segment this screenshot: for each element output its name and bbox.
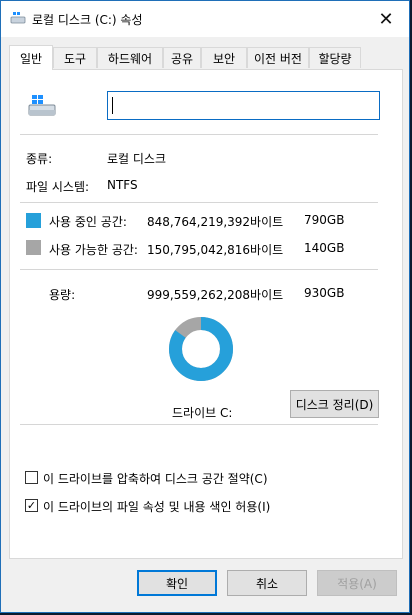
text-caret: [112, 97, 113, 114]
ok-button[interactable]: 확인: [137, 570, 217, 596]
free-space-size: 140GB: [304, 241, 345, 255]
capacity-label: 용량:: [49, 288, 76, 302]
used-space-swatch: [26, 213, 41, 228]
tab-tools[interactable]: 도구: [53, 47, 97, 68]
tab-label: 도구: [63, 51, 87, 66]
cancel-button[interactable]: 취소: [227, 570, 307, 596]
tab-label: 보안: [212, 51, 236, 66]
compress-label: 이 드라이브를 압축하여 디스크 공간 절약(C): [43, 472, 268, 486]
free-space-label: 사용 가능한 공간:: [49, 243, 138, 257]
divider: [20, 202, 378, 203]
divider: [20, 269, 378, 270]
apply-button[interactable]: 적용(A): [317, 570, 397, 596]
used-space-size: 790GB: [304, 213, 345, 227]
used-space-label: 사용 중인 공간:: [49, 215, 127, 229]
tab-label: 공유: [170, 51, 194, 66]
tab-security[interactable]: 보안: [201, 47, 247, 68]
title-bar[interactable]: 로컬 디스크 (C:) 속성 ✕: [1, 1, 409, 37]
capacity-bytes: 999,559,262,208바이트: [147, 288, 284, 302]
tab-general[interactable]: 일반: [9, 45, 53, 70]
close-icon: ✕: [378, 8, 394, 30]
free-space-bytes: 150,795,042,816바이트: [147, 243, 284, 257]
compress-checkbox[interactable]: [25, 471, 38, 484]
large-drive-icon: [27, 94, 59, 121]
tab-hardware[interactable]: 하드웨어: [97, 47, 163, 68]
drive-letter-label: 드라이브 C:: [172, 406, 233, 420]
free-space-swatch: [26, 240, 41, 255]
tab-strip: 일반 도구 하드웨어 공유 보안 이전 버전 할당량: [9, 45, 403, 70]
usage-donut-chart: [169, 317, 233, 381]
capacity-size: 930GB: [304, 286, 345, 300]
window-title: 로컬 디스크 (C:) 속성: [32, 13, 143, 27]
tab-label: 일반: [19, 51, 43, 66]
ok-label: 확인: [165, 576, 189, 591]
cancel-label: 취소: [255, 576, 279, 591]
tab-label: 이전 버전: [254, 51, 302, 66]
type-label: 종류:: [26, 152, 53, 166]
type-value: 로컬 디스크: [107, 152, 167, 166]
properties-window: 로컬 디스크 (C:) 속성 ✕ 일반 도구 하드웨어 공유 보안 이전 버전 …: [0, 0, 410, 613]
filesystem-label: 파일 시스템:: [26, 180, 90, 194]
disk-cleanup-button[interactable]: 디스크 정리(D): [290, 390, 379, 418]
tab-quota[interactable]: 할당량: [309, 47, 361, 68]
divider: [20, 424, 378, 425]
tab-previous-versions[interactable]: 이전 버전: [247, 47, 309, 68]
tab-label: 할당량: [318, 51, 352, 66]
index-checkbox[interactable]: ✓: [25, 499, 38, 512]
filesystem-value: NTFS: [107, 178, 138, 192]
checkmark-icon: ✓: [26, 499, 37, 512]
close-button[interactable]: ✕: [363, 1, 409, 37]
drive-name-input[interactable]: [107, 91, 380, 120]
divider: [20, 134, 378, 135]
apply-label: 적용(A): [337, 576, 377, 591]
used-space-bytes: 848,764,219,392바이트: [147, 215, 284, 229]
general-panel: 종류: 로컬 디스크 파일 시스템: NTFS 사용 중인 공간: 848,76…: [9, 69, 403, 559]
tab-sharing[interactable]: 공유: [163, 47, 201, 68]
index-label: 이 드라이브의 파일 속성 및 내용 색인 허용(I): [43, 500, 271, 514]
disk-cleanup-label: 디스크 정리(D): [295, 397, 374, 412]
tab-label: 하드웨어: [107, 51, 153, 66]
drive-icon: [10, 11, 26, 28]
